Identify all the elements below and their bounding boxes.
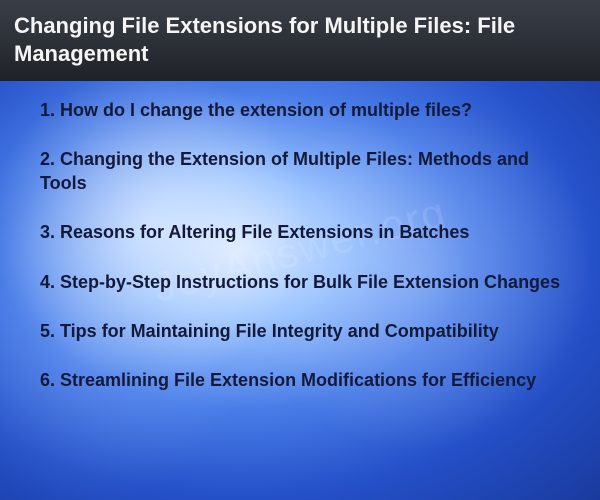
list-item: 1. How do I change the extension of mult… <box>40 99 572 122</box>
list-item: 4. Step-by-Step Instructions for Bulk Fi… <box>40 271 572 294</box>
page-title: Changing File Extensions for Multiple Fi… <box>14 12 586 67</box>
list-item: 3. Reasons for Altering File Extensions … <box>40 221 572 244</box>
header-bar: Changing File Extensions for Multiple Fi… <box>0 0 600 81</box>
outline-list: 1. How do I change the extension of mult… <box>0 81 600 411</box>
list-item: 6. Streamlining File Extension Modificat… <box>40 369 572 392</box>
list-item: 2. Changing the Extension of Multiple Fi… <box>40 148 572 195</box>
list-item: 5. Tips for Maintaining File Integrity a… <box>40 320 572 343</box>
